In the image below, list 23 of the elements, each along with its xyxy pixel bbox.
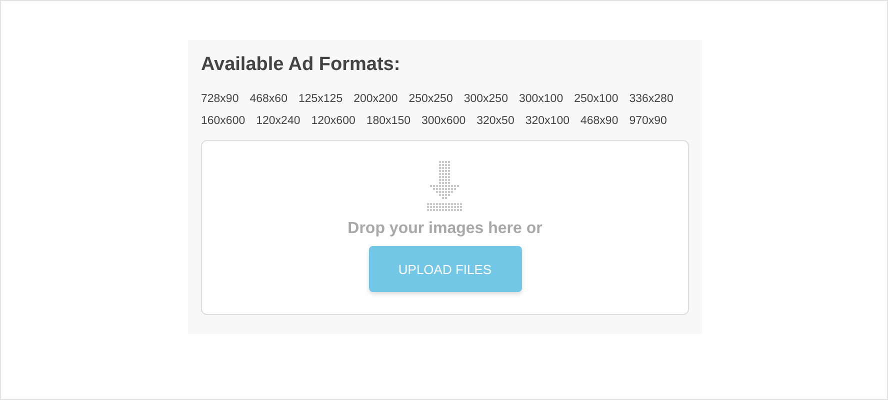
format-label: 300x100 [518, 92, 564, 107]
format-label: 120x240 [256, 114, 300, 129]
format-label: 336x280 [629, 92, 674, 107]
format-label: 200x200 [354, 92, 398, 107]
format-label: 300x250 [464, 92, 508, 107]
format-label: 160x600 [201, 114, 246, 129]
format-label: 120x600 [311, 114, 356, 129]
format-label: 468x90 [580, 114, 618, 129]
format-label: 320x100 [525, 114, 570, 129]
upload-button[interactable]: UPLOAD FILES [368, 246, 522, 292]
section-title: Available Ad Formats: [201, 54, 402, 76]
dropzone[interactable]: Drop your images here or UPLOAD FILES [201, 140, 689, 315]
format-label: 300x600 [422, 114, 466, 129]
format-label: 125x125 [298, 92, 343, 107]
format-label: 970x90 [629, 114, 667, 129]
format-label: 250x100 [574, 92, 618, 107]
format-label: 468x60 [250, 92, 288, 107]
download-icon [427, 161, 463, 211]
format-label: 250x250 [408, 92, 453, 107]
dropzone-prompt: Drop your images here or [348, 220, 542, 238]
format-label: 320x50 [476, 114, 514, 129]
format-label: 180x150 [366, 114, 410, 129]
format-label: 728x90 [201, 92, 239, 107]
